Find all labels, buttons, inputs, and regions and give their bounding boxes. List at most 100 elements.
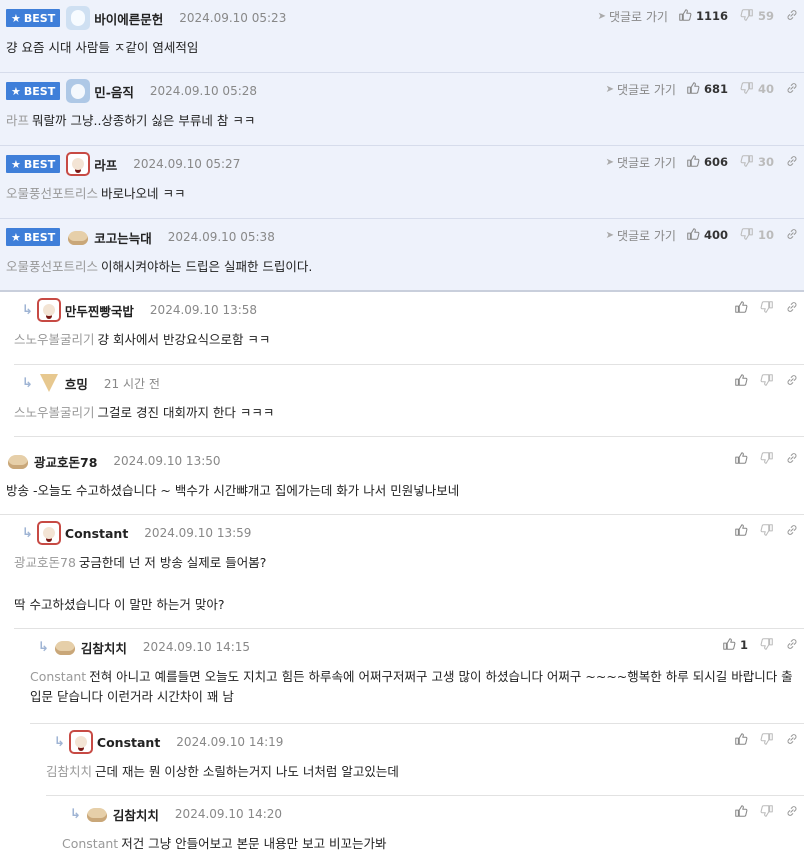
comment-text: 저건 그냥 안들어보고 본문 내용만 보고 비꼬는가봐: [121, 836, 387, 851]
downvote-button[interactable]: [760, 732, 774, 749]
link-icon[interactable]: [786, 228, 798, 243]
link-icon[interactable]: [786, 155, 798, 170]
comment-item: ↳ 김참치치 2024.09.10 14:20 Constant 저건 그냥 안들어보고…: [62, 796, 804, 863]
best-badge: ★ BEST: [6, 9, 61, 27]
go-to-reply-link[interactable]: ➤ 댓글로 가기: [606, 227, 676, 244]
mention[interactable]: 김참치치: [46, 764, 92, 779]
comment-date: 2024.09.10 14:20: [174, 807, 283, 821]
upvote-button[interactable]: [734, 373, 748, 390]
nickname[interactable]: Constant: [65, 526, 128, 541]
nickname[interactable]: 김참치치: [113, 805, 159, 824]
downvote-button[interactable]: 10: [740, 227, 774, 244]
upvote-button[interactable]: 606: [686, 154, 728, 171]
link-icon[interactable]: [786, 452, 798, 467]
avatar[interactable]: [85, 802, 109, 826]
link-icon[interactable]: [786, 82, 798, 97]
comment-text: 그걸로 경진 대회까지 한다 ㅋㅋㅋ: [97, 405, 275, 420]
upvote-count: 1116: [695, 9, 728, 23]
nickname[interactable]: 김참치치: [81, 638, 127, 657]
nickname[interactable]: Constant: [97, 735, 160, 750]
mention[interactable]: 오물풍선포트리스: [6, 186, 98, 201]
downvote-button[interactable]: 30: [740, 154, 774, 171]
comment-date: 2024.09.10 13:50: [113, 454, 221, 468]
thumbs-down-icon: [760, 523, 774, 540]
thumbs-up-icon: [678, 8, 692, 25]
comment-item: ★ BEST 바이에른문헌 2024.09.10 05:23 ➤ 댓글로 가기 1116 59…: [0, 0, 804, 73]
link-icon[interactable]: [786, 733, 798, 748]
nickname[interactable]: 만두찐빵국밥: [65, 301, 134, 320]
reply-arrow-icon: ↳: [22, 302, 33, 318]
mention[interactable]: 광교호돈78: [14, 555, 76, 570]
link-icon[interactable]: [786, 638, 798, 653]
star-icon: ★: [11, 84, 21, 98]
nickname[interactable]: 라프: [94, 155, 117, 174]
downvote-button[interactable]: [760, 300, 774, 317]
upvote-button[interactable]: [734, 300, 748, 317]
thumbs-up-icon: [734, 373, 748, 390]
comment-date: 2024.09.10 13:59: [144, 526, 252, 540]
avatar[interactable]: [53, 635, 77, 659]
comment-item: ★ BEST 코고는늑대 2024.09.10 05:38 ➤ 댓글로 가기 400 10 오물…: [0, 219, 804, 292]
send-icon: ➤: [597, 10, 606, 22]
avatar[interactable]: [68, 730, 93, 754]
avatar[interactable]: [37, 371, 61, 395]
upvote-button[interactable]: 1: [722, 637, 748, 654]
downvote-button[interactable]: 59: [740, 8, 774, 25]
downvote-button[interactable]: [760, 804, 774, 821]
comment-list: ★ BEST 바이에른문헌 2024.09.10 05:23 ➤ 댓글로 가기 1116 59…: [0, 0, 804, 863]
thumbs-up-icon: [686, 154, 700, 171]
comment-date: 2024.09.10 05:27: [133, 157, 241, 171]
mention[interactable]: 스노우볼굴리기: [14, 332, 95, 347]
nickname[interactable]: 광교호돈78: [34, 452, 97, 471]
mention[interactable]: 라프: [6, 113, 29, 128]
send-icon: ➤: [605, 83, 614, 95]
comment-date: 2024.09.10 05:23: [179, 11, 287, 25]
avatar[interactable]: [66, 152, 91, 176]
comment-text: 근데 재는 뭔 이상한 소릴하는거지 나도 너처럼 알고있는데: [95, 764, 399, 779]
nickname[interactable]: 코고는늑대: [94, 228, 152, 247]
upvote-button[interactable]: [734, 732, 748, 749]
upvote-button[interactable]: 400: [686, 227, 728, 244]
go-to-reply-link[interactable]: ➤ 댓글로 가기: [606, 154, 676, 171]
link-icon[interactable]: [786, 374, 798, 389]
reply-arrow-icon: ↳: [22, 525, 33, 541]
comment-text-2: 딱 수고하셨습니다 이 말만 하는거 맞아?: [14, 597, 225, 612]
comment-item: ↳ 김참치치 2024.09.10 14:15 1 Constant 전혀 아니고 예를들…: [30, 629, 804, 724]
link-icon[interactable]: [786, 301, 798, 316]
comment-text: 걍 회사에서 반강요식으로함 ㅋㅋ: [97, 332, 271, 347]
avatar[interactable]: [66, 79, 91, 103]
avatar[interactable]: [36, 521, 61, 545]
upvote-button[interactable]: [734, 804, 748, 821]
go-to-reply-link[interactable]: ➤ 댓글로 가기: [598, 8, 668, 25]
mention[interactable]: Constant: [30, 669, 86, 684]
thumbs-down-icon: [740, 8, 754, 25]
avatar[interactable]: [66, 6, 91, 30]
star-icon: ★: [11, 230, 21, 244]
thumbs-up-icon: [734, 732, 748, 749]
upvote-button[interactable]: [734, 523, 748, 540]
avatar[interactable]: [66, 225, 90, 249]
best-badge: ★ BEST: [6, 155, 61, 173]
upvote-button[interactable]: 681: [686, 81, 728, 98]
downvote-button[interactable]: 40: [740, 81, 774, 98]
avatar[interactable]: [6, 449, 30, 473]
go-to-reply-link[interactable]: ➤ 댓글로 가기: [606, 81, 676, 98]
mention[interactable]: 오물풍선포트리스: [6, 259, 98, 274]
comment-item: ↳ Constant 2024.09.10 14:19 김참치치 근데 재는 뭔 이상한…: [46, 724, 804, 796]
mention[interactable]: Constant: [62, 836, 118, 851]
downvote-button[interactable]: [760, 451, 774, 468]
link-icon[interactable]: [786, 524, 798, 539]
link-icon[interactable]: [786, 9, 798, 24]
nickname[interactable]: 흐밍: [65, 374, 88, 393]
upvote-button[interactable]: 1116: [678, 8, 728, 25]
upvote-button[interactable]: [734, 451, 748, 468]
downvote-button[interactable]: [760, 637, 774, 654]
nickname[interactable]: 바이에른문헌: [94, 9, 163, 28]
mention[interactable]: 스노우볼굴리기: [14, 405, 95, 420]
reply-arrow-icon: ↳: [54, 734, 65, 750]
downvote-button[interactable]: [760, 373, 774, 390]
nickname[interactable]: 민-음직: [94, 82, 134, 101]
avatar[interactable]: [36, 298, 61, 322]
link-icon[interactable]: [786, 805, 798, 820]
downvote-button[interactable]: [760, 523, 774, 540]
